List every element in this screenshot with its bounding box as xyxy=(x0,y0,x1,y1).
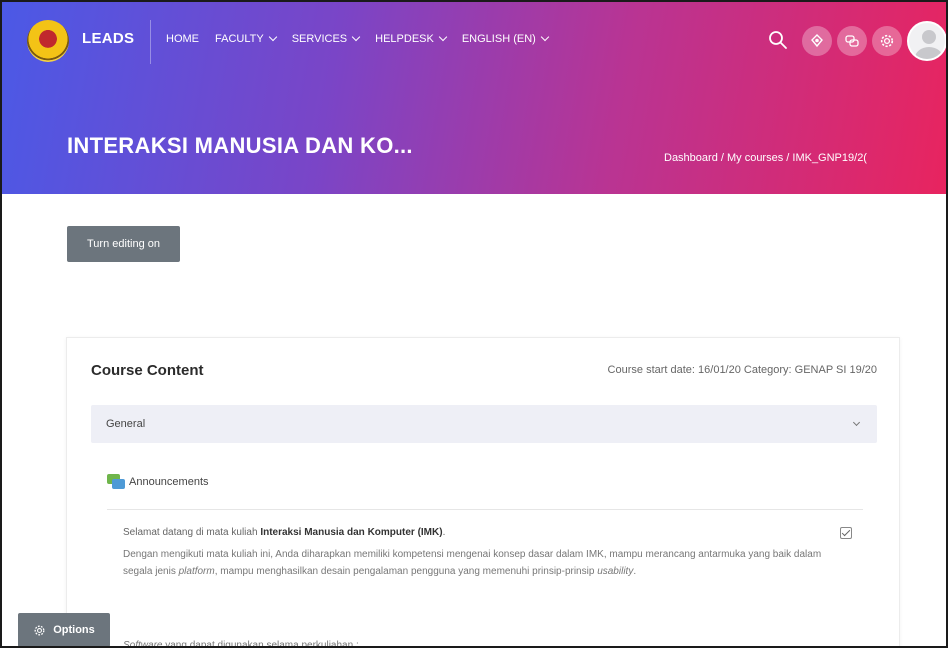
chevron-down-icon xyxy=(540,32,550,42)
announcements-activity[interactable]: Announcements xyxy=(107,474,209,489)
search-icon[interactable] xyxy=(768,30,788,50)
options-button[interactable]: Options xyxy=(18,613,110,646)
page-title: INTERAKSI MANUSIA DAN KO... xyxy=(67,133,413,158)
messages-button[interactable] xyxy=(837,26,867,56)
breadcrumb[interactable]: Dashboard / My courses / IMK_GNP19/2( xyxy=(664,152,892,164)
welcome-text: Selamat datang di mata kuliah Interaksi … xyxy=(123,527,446,538)
gear-icon xyxy=(34,625,45,635)
divider xyxy=(107,509,863,510)
section-label: General xyxy=(106,418,146,430)
nav-home[interactable]: HOME xyxy=(166,33,199,45)
settings-button[interactable] xyxy=(872,26,902,56)
course-content-card: Course Content Course start date: 16/01/… xyxy=(66,337,900,648)
nav-divider xyxy=(150,20,151,64)
chevron-down-icon xyxy=(351,32,361,42)
user-avatar[interactable] xyxy=(907,21,946,61)
nav-services[interactable]: SERVICES xyxy=(292,32,361,45)
top-navbar: LEADS HOME FACULTY SERVICES HELPDESK ENG… xyxy=(2,2,946,82)
university-logo-icon[interactable] xyxy=(27,20,69,62)
nav-helpdesk[interactable]: HELPDESK xyxy=(375,32,448,45)
turn-editing-on-button[interactable]: Turn editing on xyxy=(67,226,180,262)
course-meta: Course start date: 16/01/20 Category: GE… xyxy=(607,364,877,376)
course-description: Dengan mengikuti mata kuliah ini, Anda d… xyxy=(123,549,822,577)
chevron-down-icon xyxy=(268,32,277,42)
chevron-down-icon[interactable] xyxy=(852,418,861,427)
page-header: LEADS HOME FACULTY SERVICES HELPDESK ENG… xyxy=(2,2,946,194)
site-brand[interactable]: LEADS xyxy=(82,30,134,47)
notifications-icon xyxy=(811,34,823,48)
software-text: Software yang dapat digunakan selama per… xyxy=(123,640,359,648)
chevron-down-icon xyxy=(438,32,448,42)
browser-frame: LEADS HOME FACULTY SERVICES HELPDESK ENG… xyxy=(0,0,948,648)
section-general-header[interactable]: General xyxy=(91,405,877,443)
nav-faculty[interactable]: FACULTY xyxy=(215,32,277,45)
primary-menu: HOME FACULTY SERVICES HELPDESK ENGLISH (… xyxy=(166,32,550,45)
notifications-button[interactable] xyxy=(802,26,832,56)
nav-language[interactable]: ENGLISH (EN) xyxy=(462,32,550,45)
activity-label: Announcements xyxy=(129,475,209,488)
course-content-heading: Course Content xyxy=(91,362,204,379)
forum-icon xyxy=(107,474,125,489)
completion-checkbox-icon[interactable] xyxy=(840,527,852,539)
messages-icon xyxy=(845,35,859,47)
gear-icon xyxy=(880,34,894,48)
